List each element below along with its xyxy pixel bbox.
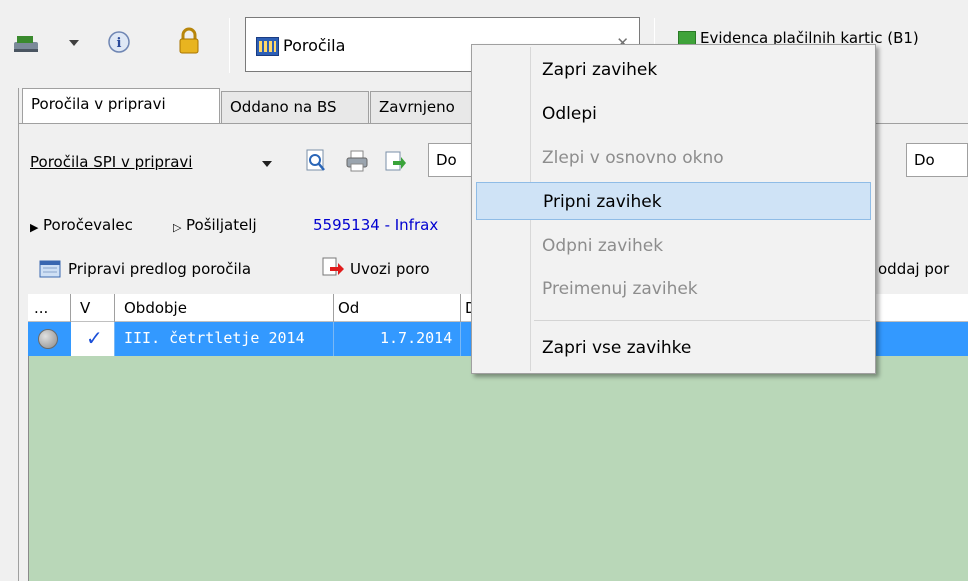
lock-icon[interactable] [176, 26, 202, 56]
col-divider[interactable] [460, 294, 461, 322]
menu-item-zlepi[interactable]: Zlepi v osnovno okno [476, 139, 871, 177]
info-icon[interactable]: i [106, 29, 132, 55]
row-divider [460, 322, 461, 356]
col-divider[interactable] [70, 294, 71, 322]
col-divider[interactable] [114, 294, 115, 322]
row-obdobje: III. četrtletje 2014 [124, 329, 305, 347]
menu-item-odlepi[interactable]: Odlepi [476, 95, 871, 133]
uvozi-button[interactable]: Uvozi poro [350, 260, 430, 278]
import-icon [320, 256, 346, 280]
row-check-cell[interactable]: ✓ [71, 322, 115, 356]
preview-icon[interactable] [304, 148, 328, 174]
menu-item-zapri-zavihek[interactable]: Zapri zavihek [476, 51, 871, 89]
report-icon [256, 37, 279, 56]
menu-item-zapri-vse-zavihke[interactable]: Zapri vse zavihke [476, 329, 871, 367]
menu-item-preimenuj-zavihek[interactable]: Preimenuj zavihek [476, 270, 871, 308]
print-icon[interactable] [344, 148, 370, 174]
row-od: 1.7.2014 [380, 329, 453, 347]
scanner-icon[interactable] [10, 30, 44, 56]
expand-arrow-outline-icon[interactable]: ▷ [173, 221, 181, 234]
oddaj-button[interactable]: oddaj por [878, 260, 949, 278]
menu-separator [534, 320, 870, 321]
menu-item-pripni-zavihek[interactable]: Pripni zavihek [476, 182, 871, 220]
combo-value: Poročila [283, 36, 346, 55]
posiljatelj-label[interactable]: Pošiljatelj [186, 216, 257, 234]
row-divider [114, 322, 115, 356]
toolbar-separator [229, 18, 230, 73]
pripravi-button[interactable]: Pripravi predlog poročila [68, 260, 251, 278]
filter-dropdown[interactable]: Poročila SPI v pripravi [30, 153, 192, 171]
row-divider [333, 322, 334, 356]
svg-text:i: i [117, 36, 122, 51]
expand-arrow-icon[interactable]: ▶ [30, 221, 38, 234]
menu-item-odpni-zavihek[interactable]: Odpni zavihek [476, 227, 871, 265]
tab-porocila-v-pripravi[interactable]: Poročila v pripravi [22, 88, 220, 123]
filter-dropdown-chevron-icon[interactable] [260, 157, 274, 171]
tab-context-menu: Zapri zavihek Odlepi Zlepi v osnovno okn… [471, 44, 876, 374]
status-dot-icon [38, 329, 58, 349]
col-divider[interactable] [333, 294, 334, 322]
porocevalec-label[interactable]: Poročevalec [43, 216, 133, 234]
chevron-down-icon[interactable] [65, 34, 83, 52]
export-icon[interactable] [382, 148, 408, 174]
calendar-icon [38, 258, 62, 280]
reporter-id[interactable]: 5595134 - Infrax [313, 216, 438, 234]
tab-oddano-na-bs[interactable]: Oddano na BS [221, 91, 369, 123]
do-field-2[interactable]: Do [906, 143, 968, 177]
